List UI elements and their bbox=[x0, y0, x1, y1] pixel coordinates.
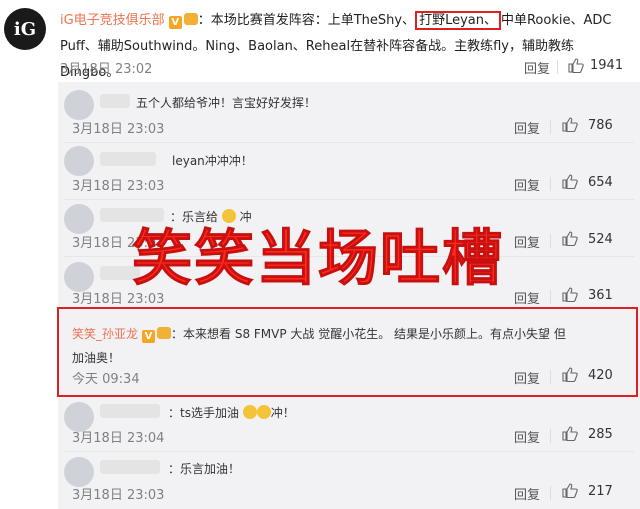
commenter-avatar[interactable] bbox=[64, 204, 94, 234]
post-text-part1: ：本场比赛首发阵容：上单TheShy、 bbox=[197, 13, 416, 28]
strong-arm-icon bbox=[242, 405, 257, 419]
highlight-box bbox=[57, 307, 638, 397]
comment-text-part1: ：ts选手加油 bbox=[168, 406, 239, 420]
separator bbox=[64, 199, 634, 200]
blurred-username bbox=[100, 152, 156, 166]
vip-crown-icon bbox=[183, 13, 198, 25]
separator bbox=[64, 142, 634, 143]
comment-text: 五个人都给爷冲！言宝好好发挥！ bbox=[136, 96, 317, 110]
comment-reply-button[interactable]: 回复 bbox=[514, 288, 540, 307]
comment-text: ：ts选手加油 冲！ bbox=[168, 404, 295, 421]
blurred-username bbox=[100, 460, 160, 474]
divider bbox=[550, 486, 551, 500]
verified-icon: V bbox=[168, 16, 182, 29]
comment-reply-button[interactable]: 回复 bbox=[514, 118, 540, 137]
divider bbox=[550, 290, 551, 304]
original-post: iG iG电子竞技俱乐部 V ：本场比赛首发阵容：上单TheShy、 打野Leyan、… bbox=[0, 0, 640, 82]
avatar-text: iG bbox=[13, 18, 37, 40]
comment-time: 3月18日 23:03 bbox=[72, 122, 165, 137]
comment-reply-button[interactable]: 回复 bbox=[514, 232, 540, 251]
like-icon[interactable] bbox=[562, 117, 578, 132]
commenter-avatar[interactable] bbox=[64, 457, 94, 487]
comment-text: ：乐言加油！ bbox=[168, 462, 241, 476]
comment-text-part2: 冲！ bbox=[270, 406, 295, 420]
comment-like-count: 524 bbox=[588, 232, 613, 247]
like-icon[interactable] bbox=[562, 426, 578, 441]
highlight-jungle: 打野Leyan、 bbox=[415, 11, 501, 30]
comment-like-count: 654 bbox=[588, 175, 613, 190]
overlay-caption: 笑笑当场吐槽 bbox=[132, 224, 504, 295]
post-like-count: 1941 bbox=[590, 58, 624, 73]
post-time: 3月18日 23:02 bbox=[60, 62, 153, 77]
comment-reply-button[interactable]: 回复 bbox=[514, 427, 540, 446]
account-name[interactable]: iG电子竞技俱乐部 bbox=[60, 13, 165, 28]
like-icon[interactable] bbox=[568, 58, 584, 73]
strong-arm-icon bbox=[256, 405, 271, 419]
account-avatar[interactable]: iG bbox=[4, 8, 46, 50]
commenter-avatar[interactable] bbox=[64, 146, 94, 176]
comment-text: leyan冲冲冲！ bbox=[172, 154, 253, 168]
comment-like-count: 786 bbox=[588, 118, 613, 133]
divider bbox=[557, 60, 558, 74]
comment-time: 3月18日 23:03 bbox=[72, 488, 165, 503]
comment-reply-button[interactable]: 回复 bbox=[514, 484, 540, 503]
comment-reply-button[interactable]: 回复 bbox=[514, 175, 540, 194]
divider bbox=[550, 177, 551, 191]
like-icon[interactable] bbox=[562, 231, 578, 246]
post-reply-button[interactable]: 回复 bbox=[524, 58, 550, 77]
comment-like-count: 217 bbox=[588, 484, 613, 499]
post-text-part2: 中单Rookie、ADC bbox=[500, 13, 612, 28]
like-icon[interactable] bbox=[562, 174, 578, 189]
blurred-username bbox=[100, 94, 130, 108]
like-icon[interactable] bbox=[562, 287, 578, 302]
commenter-avatar[interactable] bbox=[64, 90, 94, 120]
divider bbox=[550, 234, 551, 248]
blurred-username bbox=[100, 404, 160, 418]
separator bbox=[64, 451, 634, 452]
divider bbox=[550, 429, 551, 443]
divider bbox=[550, 120, 551, 134]
comment-like-count: 361 bbox=[588, 288, 613, 303]
comment-time: 3月18日 23:03 bbox=[72, 179, 165, 194]
comment-like-count: 285 bbox=[588, 427, 613, 442]
comment-time: 3月18日 23:04 bbox=[72, 431, 165, 446]
like-icon[interactable] bbox=[562, 483, 578, 498]
